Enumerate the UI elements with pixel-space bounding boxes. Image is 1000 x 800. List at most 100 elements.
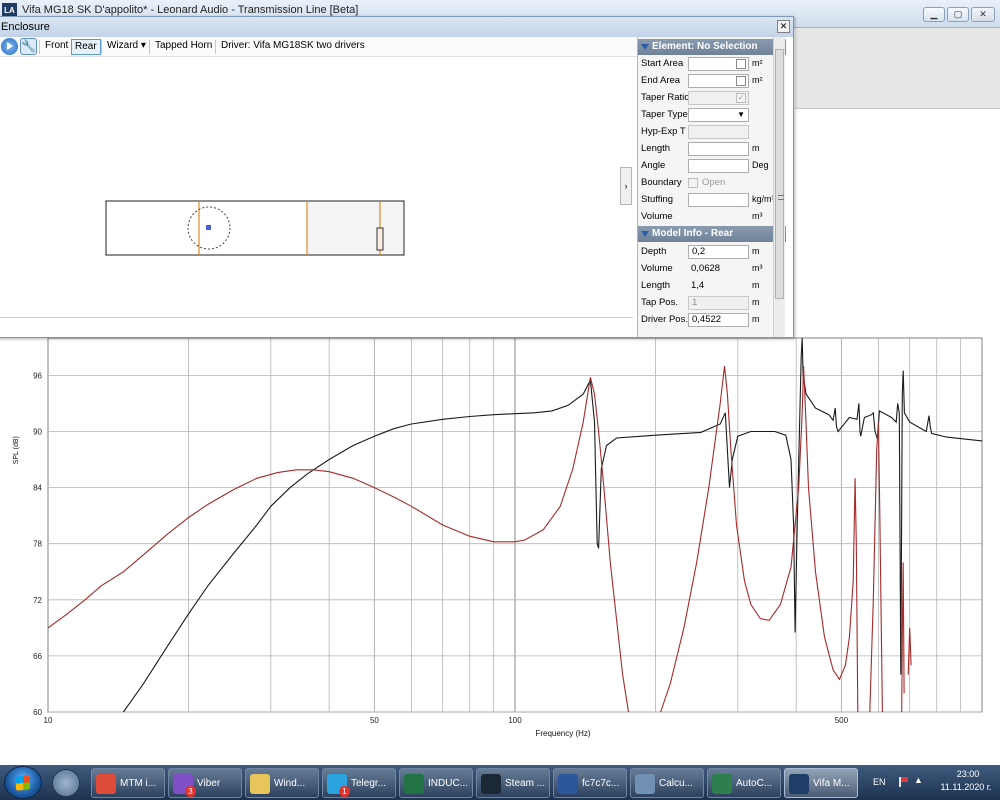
scrollbar-thumb[interactable] [775,49,784,299]
taskbar-item-label: fc7c7c... [582,778,620,789]
model-volume-value: 0,0628 [691,263,721,274]
action-center-flag-icon[interactable] [898,777,908,787]
notification-badge: 1 [339,786,350,797]
taskbar-item[interactable]: Viber 3 [168,768,242,798]
stuffing-input[interactable] [688,193,749,207]
canvas-divider [0,317,633,318]
start-button[interactable] [4,766,42,799]
main-toolbar-area [795,28,1000,108]
driver-label: Driver: Vifa MG18SK two drivers [221,40,365,51]
tap-pos-unit: m [752,297,760,307]
taskbar-item-label: AutoC... [736,778,773,789]
end-area-checkbox[interactable] [736,76,746,86]
taper-ratio-checkbox[interactable]: ✓ [736,93,746,103]
properties-scrollbar[interactable] [773,37,785,337]
tap-pos-input[interactable]: 1 [688,296,749,310]
enclosure-canvas[interactable] [0,58,633,336]
y-tick-label: 96 [33,371,42,380]
model-length-label: Length [641,280,671,291]
hyp-exp-label: Hyp-Exp T [641,126,686,137]
wizard-dropdown[interactable]: Wizard ▾ [104,39,149,55]
volume-label: Volume [641,211,673,222]
model-length-value: 1,4 [691,280,705,291]
end-area-label: End Area [641,75,681,86]
plot-frame [795,108,1000,340]
spl-chart: 60 66 72 78 84 90 96 10 50 100 500 Frequency (Hz) SP… [13,337,983,738]
tray-expand-icon[interactable]: ▲ [914,775,923,785]
enclosure-titlebar[interactable]: Enclosure ✕ [0,17,793,37]
stuffing-label: Stuffing [641,194,674,205]
depth-unit: m [752,246,760,256]
dropdown-arrow-icon: ▼ [737,110,745,119]
taper-ratio-label: Taper Ratio [641,92,690,103]
taper-type-select[interactable]: ▼ [688,108,749,122]
enclosure-close-button[interactable]: ✕ [777,20,790,33]
stuffing-unit: kg/m³ [752,194,775,204]
port-marker[interactable] [376,227,384,251]
taskbar-item-label: Wind... [274,778,306,789]
front-button[interactable]: Front [42,39,71,55]
collapse-triangle-icon [641,231,649,237]
model-length-unit: m [752,280,760,290]
clock-date[interactable]: 11.11.2020 г. [934,782,998,792]
properties-panel: Element: No Selection Start Area m² End … [637,37,786,337]
model-info-section-header[interactable]: Model Info - Rear [638,226,786,242]
toolbar-separator [39,40,40,54]
x-tick-label: 100 [508,716,522,725]
length-input[interactable] [688,142,749,156]
maximize-button[interactable]: ▢ [947,7,969,22]
taskbar-item[interactable]: MTM i... [91,768,165,798]
chevron-down-icon: ▾ [140,40,146,51]
taskbar-item[interactable]: Steam ... [476,768,550,798]
taskbar-item[interactable]: AutoC... [707,768,781,798]
app-icon [635,774,655,794]
app-icon [250,774,270,794]
x-tick-label: 50 [370,716,379,725]
taskbar-item[interactable]: INDUC... [399,768,473,798]
wrench-icon[interactable]: 🔧 [20,38,37,55]
hyp-exp-input[interactable] [688,125,749,139]
boundary-label: Boundary [641,177,682,188]
media-player-icon[interactable] [52,769,80,797]
wizard-label: Wizard [107,40,139,51]
depth-label: Depth [641,246,667,257]
start-area-checkbox[interactable] [736,59,746,69]
taskbar-item-label: INDUC... [428,778,468,789]
y-tick-label: 66 [33,652,42,661]
taskbar-item[interactable]: Telegr... 1 [322,768,396,798]
depth-input[interactable]: 0,2 [688,245,749,259]
angle-input[interactable] [688,159,749,173]
toolbar-separator [215,40,216,54]
play-icon[interactable] [1,38,18,55]
scrollbar-grip-icon [778,195,784,200]
panel-collapse-button[interactable]: › [620,167,632,205]
minimize-button[interactable]: ▁ [923,7,945,22]
clock-time[interactable]: 23:00 [940,769,996,779]
enclosure-diagram[interactable] [105,200,405,256]
x-axis-label: Frequency (Hz) [535,729,590,738]
rear-button[interactable]: Rear [71,39,101,55]
boundary-open-checkbox[interactable] [688,178,698,188]
close-button[interactable]: ✕ [971,7,995,22]
tapped-horn-button[interactable]: Tapped Horn [152,39,215,55]
notification-badge: 3 [185,786,196,797]
tap-pos-label: Tap Pos. [641,297,678,308]
x-tick-label: 10 [44,716,53,725]
window-title: Vifa MG18 SK D'appolito* - Leonard Audio… [22,4,359,16]
taper-type-label: Taper Type [641,109,688,120]
start-area-label: Start Area [641,58,684,69]
element-section-title: Element: No Selection [652,41,758,52]
model-info-section-title: Model Info - Rear [652,228,734,239]
taskbar-item[interactable]: fc7c7c... [553,768,627,798]
language-indicator[interactable]: EN [873,777,886,787]
boundary-open-label: Open [702,177,726,188]
element-section-header[interactable]: Element: No Selection [638,39,786,55]
taskbar-item[interactable]: Wind... [245,768,319,798]
taskbar-item-label: Vifa M... [813,778,850,789]
taskbar-item[interactable]: Calcu... [630,768,704,798]
enclosure-toolbar: 🔧 Front Rear Wizard ▾ Tapped Horn Driver… [0,37,637,57]
taskbar-item[interactable]: Vifa M... [784,768,858,798]
length-unit: m [752,143,760,153]
driver-pos-input[interactable]: 0,4522 [688,313,749,327]
taskbar-item-label: Telegr... [351,778,387,789]
